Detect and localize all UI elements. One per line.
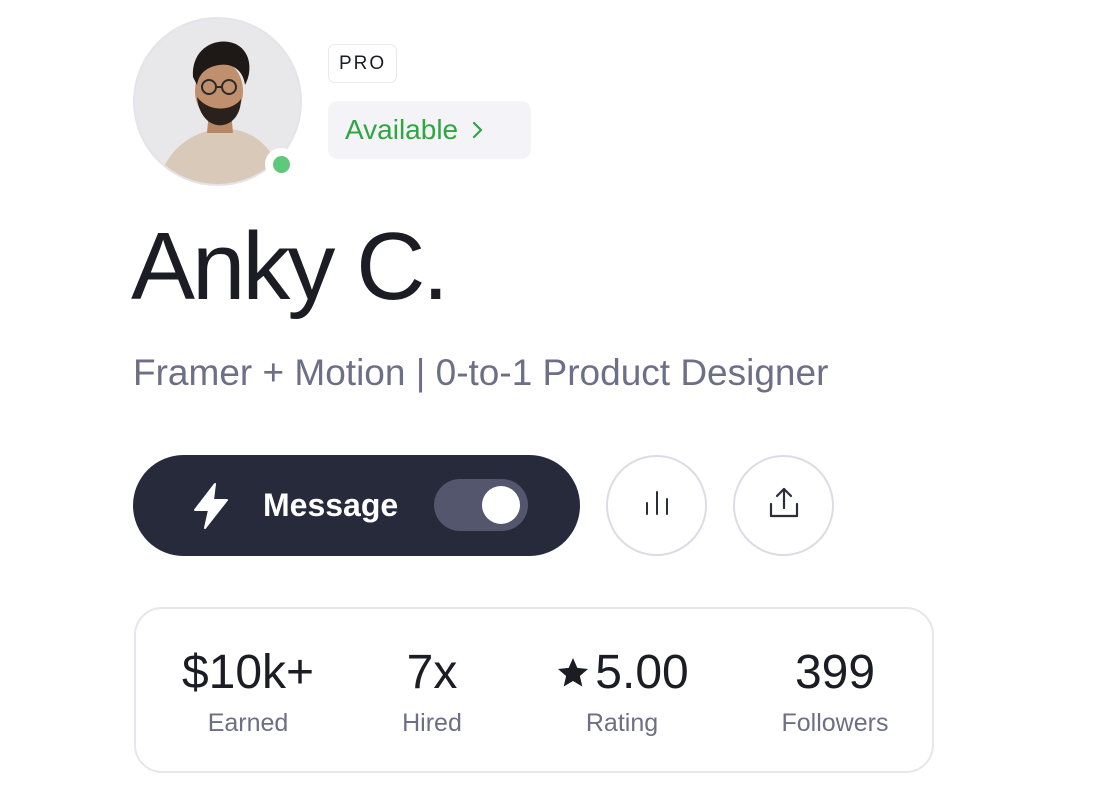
stat-value-wrap: 5.00: [522, 645, 722, 703]
availability-button[interactable]: Available: [328, 101, 531, 159]
share-button[interactable]: [733, 455, 834, 556]
profile-name: Anky C.: [131, 213, 449, 320]
share-upload-icon: [767, 486, 801, 525]
stat-label: Rating: [585, 709, 659, 737]
stat-value: 399: [794, 646, 876, 699]
stat-value: $10k+: [181, 646, 315, 699]
bar-chart-icon: [642, 490, 672, 521]
message-toggle[interactable]: [434, 479, 528, 531]
stats-button[interactable]: [606, 455, 707, 556]
message-button[interactable]: Message: [133, 455, 580, 556]
stat-value: 5.00: [595, 646, 689, 699]
pro-badge: PRO: [328, 44, 398, 83]
profile-headline: Framer + Motion | 0-to-1 Product Designe…: [133, 352, 829, 393]
message-label: Message: [263, 487, 399, 523]
toggle-knob: [482, 486, 520, 524]
stat-label: Followers: [781, 709, 889, 737]
chevron-right-icon: [472, 121, 484, 139]
online-status-indicator: [265, 148, 297, 180]
lightning-bolt-icon: [189, 482, 233, 530]
stats-card: $10k+ Earned 7x Hired 5.00 Rating 399 Fo…: [134, 607, 934, 773]
star-icon: [558, 657, 589, 686]
stat-label: Hired: [402, 709, 462, 737]
stat-value: 7x: [406, 646, 458, 699]
stat-label: Earned: [207, 709, 289, 737]
availability-label: Available: [345, 114, 459, 145]
